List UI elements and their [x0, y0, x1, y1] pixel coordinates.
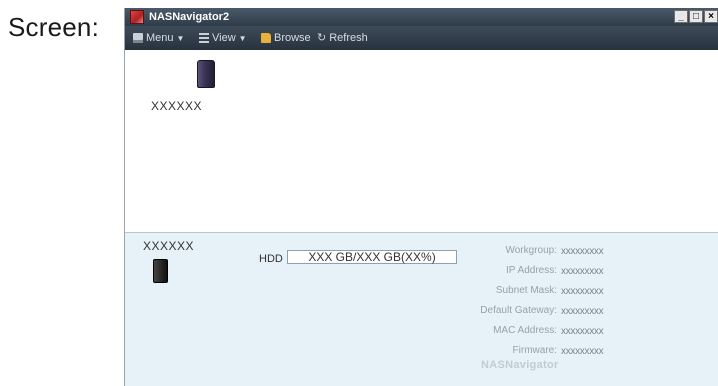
workgroup-label: Workgroup:: [505, 245, 557, 256]
view-icon: [199, 33, 209, 43]
nasnavigator-logo: NASNavigator: [481, 359, 559, 371]
menu-icon: [133, 33, 143, 43]
screen-caption: Screen:: [8, 12, 100, 42]
chevron-down-icon: ▼: [238, 33, 247, 43]
default-gateway-label: Default Gateway:: [480, 305, 557, 316]
view-label: View: [212, 32, 236, 44]
hdd-usage-bar: XXX GB/XXX GB(XX%): [287, 250, 457, 264]
folder-icon: [261, 33, 271, 43]
menu-button[interactable]: Menu ▼: [133, 32, 184, 44]
selected-device-name: XXXXXX: [143, 239, 195, 253]
ip-address-label: IP Address:: [506, 265, 557, 276]
default-gateway-value: xxxxxxxxx: [561, 306, 604, 317]
nas-device-icon: [153, 259, 168, 283]
app-icon: [130, 10, 144, 24]
device-name: XXXXXX: [151, 99, 203, 113]
refresh-label: Refresh: [329, 32, 368, 44]
subnet-mask-value: xxxxxxxxx: [561, 286, 604, 297]
chevron-down-icon: ▼: [176, 33, 185, 43]
window-controls: _ □ ×: [674, 10, 718, 23]
refresh-button[interactable]: ↻ Refresh: [317, 32, 368, 44]
device-list-pane: XXXXXX: [125, 50, 718, 233]
refresh-icon: ↻: [317, 32, 327, 44]
toolbar: Menu ▼ View ▼ Browse ↻ Refresh: [125, 26, 718, 50]
view-button[interactable]: View ▼: [199, 32, 247, 44]
device-details-pane: XXXXXX HDD XXX GB/XXX GB(XX%) Workgroup:…: [125, 233, 718, 386]
title-bar[interactable]: NASNavigator2 _ □ ×: [125, 8, 718, 26]
workgroup-value: xxxxxxxxx: [561, 246, 604, 257]
nasnavigator-window: NASNavigator2 _ □ × Menu ▼ View ▼ Browse…: [124, 8, 718, 386]
window-title: NASNavigator2: [149, 11, 230, 23]
firmware-value: xxxxxxxxx: [561, 346, 604, 357]
minimize-button[interactable]: _: [674, 10, 688, 23]
menu-label: Menu: [146, 32, 174, 44]
nas-device-icon: [197, 60, 215, 88]
firmware-label: Firmware:: [512, 345, 557, 356]
browse-label: Browse: [274, 32, 311, 44]
hdd-label: HDD: [259, 253, 283, 265]
browse-button[interactable]: Browse: [261, 32, 311, 44]
mac-address-value: xxxxxxxxx: [561, 326, 604, 337]
subnet-mask-label: Subnet Mask:: [495, 285, 557, 296]
ip-address-value: xxxxxxxxx: [561, 266, 604, 277]
close-button[interactable]: ×: [704, 10, 718, 23]
maximize-button[interactable]: □: [689, 10, 703, 23]
mac-address-label: MAC Address:: [493, 325, 557, 336]
